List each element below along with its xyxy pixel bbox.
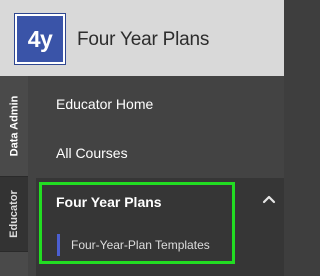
- app-logo[interactable]: 4y: [15, 14, 65, 64]
- app-title: Four Year Plans: [77, 29, 210, 50]
- nav-item-educator-home[interactable]: Educator Home: [56, 96, 153, 112]
- nav-item-all-courses[interactable]: All Courses: [56, 145, 128, 161]
- app-header: 4y Four Year Plans: [0, 0, 284, 76]
- section-header-four-year-plans[interactable]: Four Year Plans: [56, 194, 162, 210]
- active-indicator: [57, 234, 60, 256]
- tab-data-admin[interactable]: Data Admin: [0, 76, 28, 176]
- sidebar-nav: Educator Home All Courses Four Year Plan…: [28, 76, 284, 276]
- nav-item-four-year-plan-templates[interactable]: Four-Year-Plan Templates: [57, 234, 210, 256]
- tab-educator-label: Educator: [8, 190, 20, 238]
- chevron-up-icon[interactable]: [262, 194, 276, 204]
- vertical-tab-rail: Data Admin Educator: [0, 76, 28, 276]
- tab-educator[interactable]: Educator: [0, 176, 28, 252]
- tab-data-admin-label: Data Admin: [8, 95, 20, 157]
- logo-text: 4y: [27, 25, 53, 52]
- nav-item-label: Four-Year-Plan Templates: [71, 238, 210, 252]
